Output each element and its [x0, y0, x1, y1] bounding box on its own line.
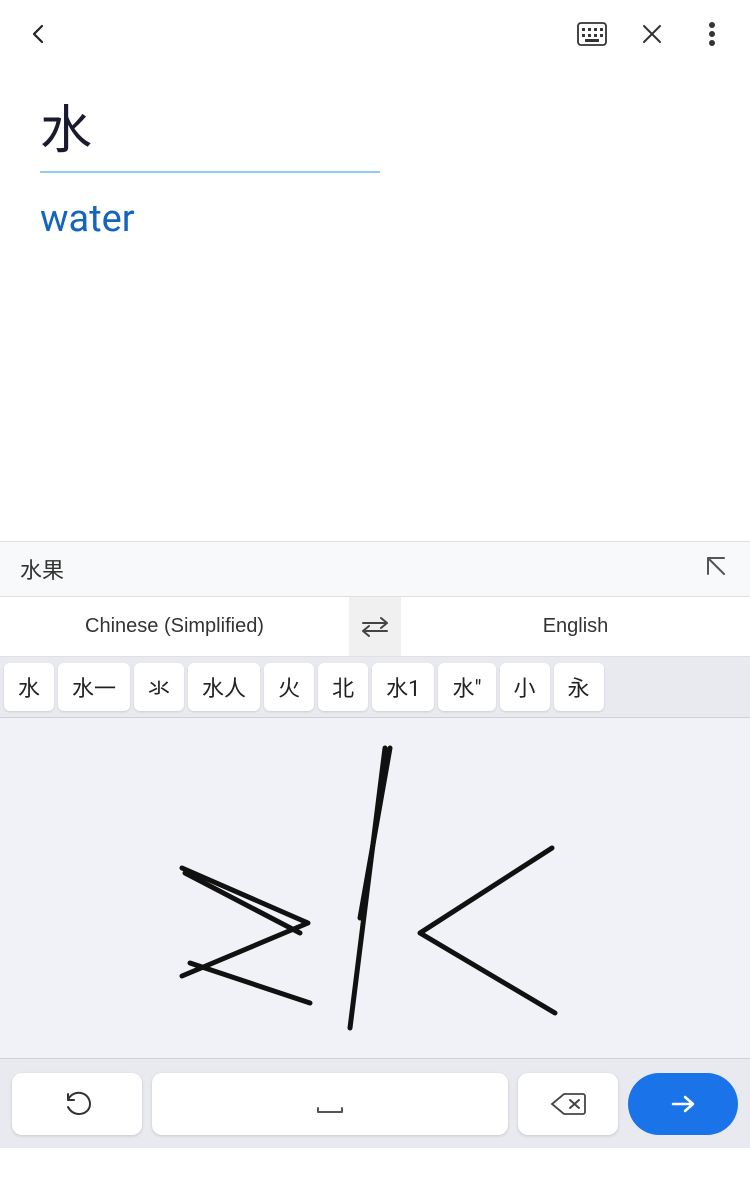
- source-character: 水: [40, 88, 710, 163]
- candidate-chip[interactable]: 水: [4, 663, 54, 711]
- space-button[interactable]: [152, 1073, 508, 1135]
- target-language-button[interactable]: English: [401, 597, 750, 656]
- candidate-chip[interactable]: 氺: [134, 663, 184, 711]
- swap-languages-button[interactable]: [349, 615, 401, 639]
- keyboard-icon-button[interactable]: [574, 16, 610, 52]
- undo-button[interactable]: [12, 1073, 142, 1135]
- candidate-chip[interactable]: 小: [500, 663, 550, 711]
- candidate-chip[interactable]: 水1: [372, 663, 434, 711]
- candidate-chip[interactable]: 水人: [188, 663, 260, 711]
- suggestions-bar: 水果: [0, 541, 750, 596]
- source-underline: [40, 171, 380, 173]
- candidates-row: 水水一氺水人火北水1水"小永: [0, 657, 750, 718]
- candidate-chip[interactable]: 永: [554, 663, 604, 711]
- keyboard-bar: [0, 1058, 750, 1148]
- suggestions-arrow-icon: [702, 552, 730, 586]
- handwriting-area[interactable]: [0, 718, 750, 1058]
- delete-button[interactable]: [518, 1073, 618, 1135]
- enter-button[interactable]: [628, 1073, 738, 1135]
- top-bar: [0, 0, 750, 68]
- handwriting-strokes: [0, 718, 750, 1058]
- close-button[interactable]: [634, 16, 670, 52]
- back-button[interactable]: [20, 16, 56, 52]
- translation-text: water: [40, 197, 710, 241]
- suggestion-text[interactable]: 水果: [20, 553, 64, 585]
- candidate-chip[interactable]: 水": [438, 663, 495, 711]
- top-bar-left: [20, 16, 56, 52]
- language-selector: Chinese (Simplified) English: [0, 596, 750, 657]
- source-language-button[interactable]: Chinese (Simplified): [0, 597, 349, 656]
- candidate-chip[interactable]: 水一: [58, 663, 130, 711]
- candidate-chip[interactable]: 火: [264, 663, 314, 711]
- more-options-button[interactable]: [694, 16, 730, 52]
- top-bar-right: [574, 16, 730, 52]
- source-area: 水 water: [0, 68, 750, 241]
- candidate-chip[interactable]: 北: [318, 663, 368, 711]
